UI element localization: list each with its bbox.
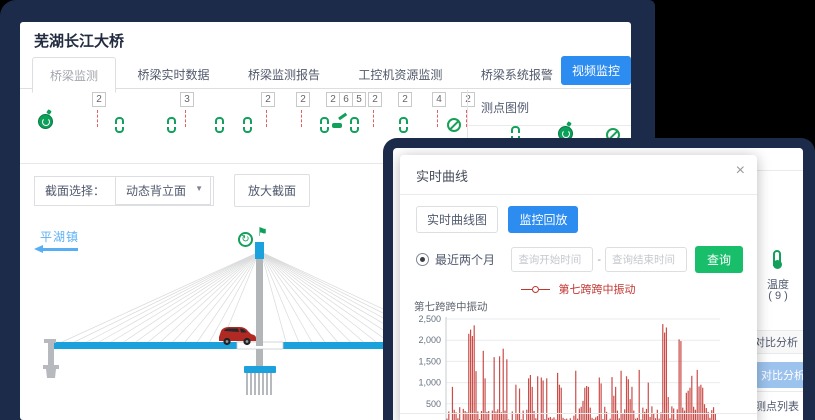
svg-text:1,000: 1,000: [418, 378, 441, 388]
realtime-curve-modal: 实时曲线 × 实时曲线图 监控回放 最近两个月 - 查询: [400, 155, 757, 420]
sensor-dash-line: [301, 110, 302, 127]
section-select-row: 截面选择： 动态背立面 ▼ 放大截面: [34, 174, 310, 207]
sensor-chain-icon[interactable]: [320, 117, 329, 133]
recent-two-months-label: 最近两个月: [435, 251, 495, 268]
popup-page: 温度 ( 9 ) 对比分析 对比分析 测点列表 实时曲线 × 实时曲线图 监控回…: [393, 148, 803, 420]
sensor-count-badge[interactable]: 4: [432, 92, 446, 107]
page-title: 芜湖长江大桥: [34, 30, 124, 51]
date-range-separator: -: [597, 254, 601, 266]
tower-cap: [255, 242, 264, 259]
pier-cap: [244, 366, 276, 373]
sensor-dash-line: [97, 110, 98, 127]
sensor-chain-icon[interactable]: [399, 117, 408, 133]
modal-header: 实时曲线 ×: [400, 155, 757, 195]
sensor-dash-line: [373, 110, 374, 127]
tab-monitor-report[interactable]: 桥梁监测报告: [231, 57, 337, 91]
sensor-chain-icon[interactable]: [350, 117, 359, 133]
sensor-count-badge[interactable]: 3: [180, 92, 194, 107]
sensor-count-badge[interactable]: 2: [326, 92, 340, 107]
tab-system-alarm[interactable]: 桥梁系统报警: [464, 57, 570, 91]
video-monitor-button[interactable]: 视频监控: [561, 56, 631, 85]
close-icon[interactable]: ×: [736, 162, 745, 180]
tower-flag-icon[interactable]: ⚑: [257, 225, 268, 239]
divider: [753, 170, 803, 171]
svg-text:2,500: 2,500: [418, 315, 441, 324]
thermometer-icon: [773, 250, 781, 266]
sensor-count-badge[interactable]: 2: [368, 92, 382, 107]
sensor-dash-line: [185, 110, 186, 127]
modal-title: 实时曲线: [416, 169, 468, 184]
legend-series-label: 第七跨跨中振动: [559, 284, 636, 296]
tab-bridge-monitor[interactable]: 桥梁监测: [32, 57, 116, 93]
compare-analysis-button[interactable]: 对比分析: [755, 362, 803, 388]
temperature-count: ( 9 ): [753, 290, 803, 302]
section-select-value: 动态背立面: [126, 184, 186, 198]
sensor-count-badge[interactable]: 6: [339, 92, 353, 107]
chart-y-title: 第七跨跨中振动: [414, 299, 749, 314]
section-select-label: 截面选择：: [35, 182, 115, 199]
sensor-count-badge[interactable]: 2: [398, 92, 412, 107]
svg-text:2,000: 2,000: [418, 335, 441, 345]
recent-two-months-radio[interactable]: [416, 253, 429, 266]
popup-window: 温度 ( 9 ) 对比分析 对比分析 测点列表 实时曲线 × 实时曲线图 监控回…: [383, 138, 815, 420]
screen: 芜湖长江大桥 桥梁监测 桥梁实时数据 桥梁监测报告 工控机资源监测 桥梁系统报警…: [0, 0, 815, 420]
sensor-count-badge[interactable]: 5: [352, 92, 366, 107]
sensor-count-badge[interactable]: 2: [92, 92, 106, 107]
query-end-time-input[interactable]: [605, 247, 687, 272]
stopwatch-icon[interactable]: [38, 114, 53, 129]
sensor-chain-icon[interactable]: [115, 117, 124, 133]
vibration-chart: 第七跨跨中振动 05001,0001,5002,0002,5002018-09-…: [414, 299, 749, 420]
pier-piles: [246, 373, 272, 395]
sensor-dash-line: [437, 110, 438, 127]
section-select-group: 截面选择： 动态背立面 ▼: [34, 176, 214, 206]
zoom-section-button[interactable]: 放大截面: [234, 174, 310, 207]
svg-text:1,500: 1,500: [418, 356, 441, 366]
modal-footer-divider: [400, 413, 757, 414]
point-list-label: 测点列表: [753, 398, 803, 414]
sensor-dash-line: [266, 110, 267, 127]
chart-plot: 05001,0001,5002,0002,5002018-09-30 16:01…: [414, 315, 746, 420]
compare-analysis-header: 对比分析: [753, 330, 803, 354]
query-start-time-input[interactable]: [511, 247, 593, 272]
sensor-chain-icon[interactable]: [215, 117, 224, 133]
sensor-count-badge[interactable]: 2: [296, 92, 310, 107]
sensor-count-badge[interactable]: 2: [261, 92, 275, 107]
excavator-icon[interactable]: [332, 114, 346, 128]
chevron-down-icon: ▼: [195, 184, 203, 193]
bridge-tower: [256, 246, 263, 346]
legend-marker: [521, 289, 532, 290]
tower-refresh-icon[interactable]: ↻: [238, 232, 253, 247]
bridge-side-label: 平湖镇: [40, 228, 79, 245]
legend-panel-title: 测点图例: [468, 90, 631, 126]
underlying-right-panel: 温度 ( 9 ) 对比分析 对比分析 测点列表: [753, 148, 803, 420]
svg-text:500: 500: [426, 399, 441, 409]
tab-ipc-resource[interactable]: 工控机资源监测: [341, 57, 459, 91]
divider: [753, 391, 803, 392]
query-controls: 最近两个月 - 查询: [416, 246, 743, 273]
tab-realtime-curve[interactable]: 实时曲线图: [416, 206, 498, 233]
query-button[interactable]: 查询: [695, 246, 743, 273]
sensor-chain-icon[interactable]: [243, 117, 252, 133]
sensor-chain-icon[interactable]: [167, 117, 176, 133]
section-select[interactable]: 动态背立面 ▼: [115, 176, 211, 205]
tab-realtime-data[interactable]: 桥梁实时数据: [120, 57, 226, 91]
left-arrow-icon: [42, 248, 78, 251]
chart-legend[interactable]: 第七跨跨中振动: [400, 281, 757, 297]
tab-monitor-playback[interactable]: 监控回放: [508, 206, 578, 233]
ban-icon[interactable]: [447, 118, 461, 132]
main-tabbar: 桥梁监测 桥梁实时数据 桥梁监测报告 工控机资源监测 桥梁系统报警: [20, 56, 631, 89]
modal-tabbar: 实时曲线图 监控回放: [400, 195, 757, 233]
